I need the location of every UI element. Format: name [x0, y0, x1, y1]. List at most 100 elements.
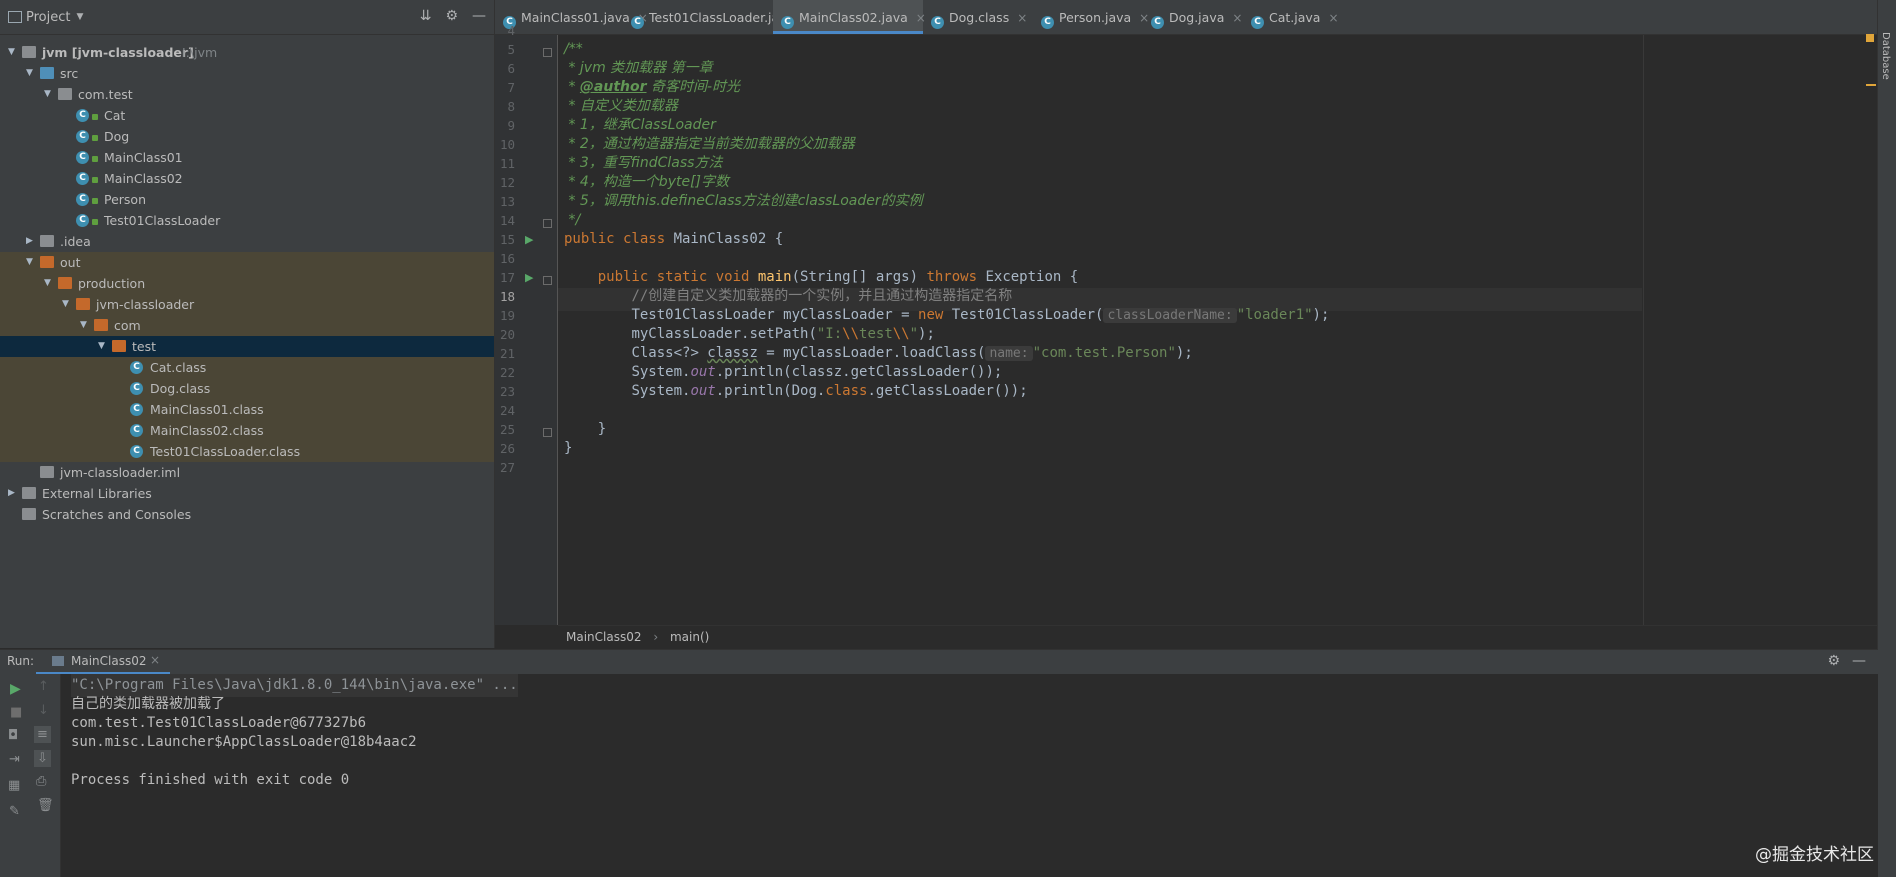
tab-person-java[interactable]: C Person.java ×: [1033, 0, 1149, 34]
fold-icon[interactable]: [543, 428, 552, 437]
close-tab-icon[interactable]: ×: [1017, 11, 1027, 25]
soft-wrap-icon[interactable]: ≡: [34, 726, 51, 743]
code-segment: );: [1312, 307, 1330, 323]
expand-arrow-icon[interactable]: ▼: [44, 84, 51, 105]
close-tab-icon[interactable]: ×: [150, 653, 160, 667]
print-icon[interactable]: ⎙: [36, 774, 46, 789]
string-literal: test: [859, 326, 893, 342]
tree-item[interactable]: ▼ out: [0, 252, 494, 273]
tree-item[interactable]: ▶ External Libraries: [0, 483, 494, 504]
run-class-icon[interactable]: ▶: [525, 233, 533, 246]
expand-arrow-icon[interactable]: ▼: [26, 63, 33, 84]
class-run-icon: C: [76, 151, 89, 164]
variable-classz: classz: [707, 345, 758, 361]
fold-icon[interactable]: [543, 276, 552, 285]
console-output[interactable]: "C:\Program Files\Java\jdk1.8.0_144\bin\…: [61, 674, 1878, 877]
expand-arrow-icon[interactable]: ▼: [26, 252, 33, 273]
line-number: 22: [499, 365, 515, 380]
chevron-down-icon[interactable]: ▼: [76, 12, 83, 22]
tree-item[interactable]: C Dog: [0, 126, 494, 147]
run-tab-mainclass02[interactable]: MainClass02: [71, 654, 147, 668]
tree-item[interactable]: C MainClass01: [0, 147, 494, 168]
tree-item[interactable]: ▶ .idea: [0, 231, 494, 252]
excluded-folder-icon: [58, 277, 72, 289]
pin-icon[interactable]: ✎: [9, 804, 20, 819]
folder-icon: [40, 235, 54, 247]
line-number: 5: [507, 42, 515, 57]
keyword: class: [825, 383, 868, 399]
tree-item[interactable]: ▼ test: [0, 336, 494, 357]
line-number: 27: [499, 460, 515, 475]
tree-item[interactable]: ▼ com.test: [0, 84, 494, 105]
database-tool-button[interactable]: Database: [1880, 32, 1891, 80]
tree-item[interactable]: ▼ jvm-classloader: [0, 294, 494, 315]
fold-icon[interactable]: [543, 219, 552, 228]
minimize-icon[interactable]: —: [1852, 653, 1866, 669]
line-number: 23: [499, 384, 515, 399]
compiled-class-icon: C: [130, 403, 143, 416]
tree-item[interactable]: C MainClass02: [0, 168, 494, 189]
tree-item-label: jvm [jvm-classloader]: [42, 45, 194, 60]
collapse-arrow-icon[interactable]: ▶: [8, 483, 15, 504]
tree-item-label: Dog: [104, 129, 130, 144]
class-icon: C: [76, 109, 89, 122]
gear-icon[interactable]: ⚙: [1827, 653, 1840, 669]
camera-icon[interactable]: ◘: [8, 728, 18, 743]
breadcrumb-method[interactable]: main(): [670, 630, 709, 644]
tree-item[interactable]: ▼ src: [0, 63, 494, 84]
expand-arrow-icon[interactable]: ▼: [8, 42, 15, 63]
tree-item[interactable]: C Test01ClassLoader: [0, 210, 494, 231]
tree-item[interactable]: C Cat.class: [0, 357, 494, 378]
scratches-icon: [22, 508, 36, 520]
iml-file-icon: [40, 466, 54, 478]
tab-dog-java[interactable]: C Dog.java ×: [1143, 0, 1243, 34]
project-panel-title[interactable]: Project: [26, 10, 70, 25]
code-editor[interactable]: /** * jvm 类加载器 第一章 * @author 奇客时间-时光 * 自…: [558, 35, 1896, 625]
tab-dog-class[interactable]: C Dog.class ×: [923, 0, 1033, 34]
expand-arrow-icon[interactable]: ▼: [62, 294, 69, 315]
tab-label: Dog.java: [1169, 10, 1225, 25]
tree-item[interactable]: C MainClass02.class: [0, 420, 494, 441]
tree-item[interactable]: Scratches and Consoles: [0, 504, 494, 525]
error-stripe-mark[interactable]: [1866, 84, 1876, 86]
collapse-arrow-icon[interactable]: ▶: [26, 231, 33, 252]
gear-icon[interactable]: ⚙: [445, 8, 458, 24]
expand-arrow-icon[interactable]: ▼: [98, 336, 105, 357]
tree-item[interactable]: ▼ jvm [jvm-classloader] I:\jvm: [0, 42, 494, 63]
expand-arrow-icon[interactable]: ▼: [44, 273, 51, 294]
stop-icon[interactable]: ■: [10, 705, 22, 720]
tab-cat-java[interactable]: C Cat.java ×: [1243, 0, 1339, 34]
tree-item[interactable]: C MainClass01.class: [0, 399, 494, 420]
close-tab-icon[interactable]: ×: [1232, 11, 1242, 25]
scroll-to-end-icon[interactable]: ⇩: [34, 750, 51, 767]
collapse-all-icon[interactable]: ⇊: [420, 8, 432, 24]
tree-item[interactable]: jvm-classloader.iml: [0, 462, 494, 483]
close-tab-icon[interactable]: ×: [1328, 11, 1338, 25]
tree-item[interactable]: ▼ production: [0, 273, 494, 294]
trash-icon[interactable]: 🗑: [37, 798, 54, 813]
class-icon: C: [1041, 16, 1054, 29]
code-line-23: System.out.println(Dog.class.getClassLoa…: [564, 380, 1027, 403]
layout-icon[interactable]: ▦: [8, 778, 20, 793]
tab-mainclass02-java[interactable]: C MainClass02.java ×: [773, 0, 926, 34]
tree-item[interactable]: ▼ com: [0, 315, 494, 336]
fold-icon[interactable]: [543, 48, 552, 57]
minimize-icon[interactable]: —: [472, 8, 486, 24]
run-method-icon[interactable]: ▶: [525, 271, 533, 284]
tree-item[interactable]: C Test01ClassLoader.class: [0, 441, 494, 462]
breadcrumb-class[interactable]: MainClass02: [566, 630, 642, 644]
down-arrow-icon[interactable]: ↓: [38, 703, 49, 718]
source-file-mark-icon: [92, 114, 98, 120]
exit-icon[interactable]: ⇥: [9, 752, 20, 767]
tree-item[interactable]: C Dog.class: [0, 378, 494, 399]
rerun-icon[interactable]: ▶: [10, 681, 21, 697]
tree-item[interactable]: C Cat: [0, 105, 494, 126]
tab-test01classloader-java[interactable]: CTest01ClassLoader.java×: [623, 0, 812, 34]
up-arrow-icon[interactable]: ↑: [38, 679, 49, 694]
warning-marker-icon[interactable]: [1866, 34, 1874, 42]
expand-arrow-icon[interactable]: ▼: [80, 315, 87, 336]
code-line-26: }: [564, 440, 573, 456]
tree-item[interactable]: C Person: [0, 189, 494, 210]
code-segment: myClassLoader.setPath(: [631, 326, 817, 342]
line-number: 11: [499, 156, 515, 171]
